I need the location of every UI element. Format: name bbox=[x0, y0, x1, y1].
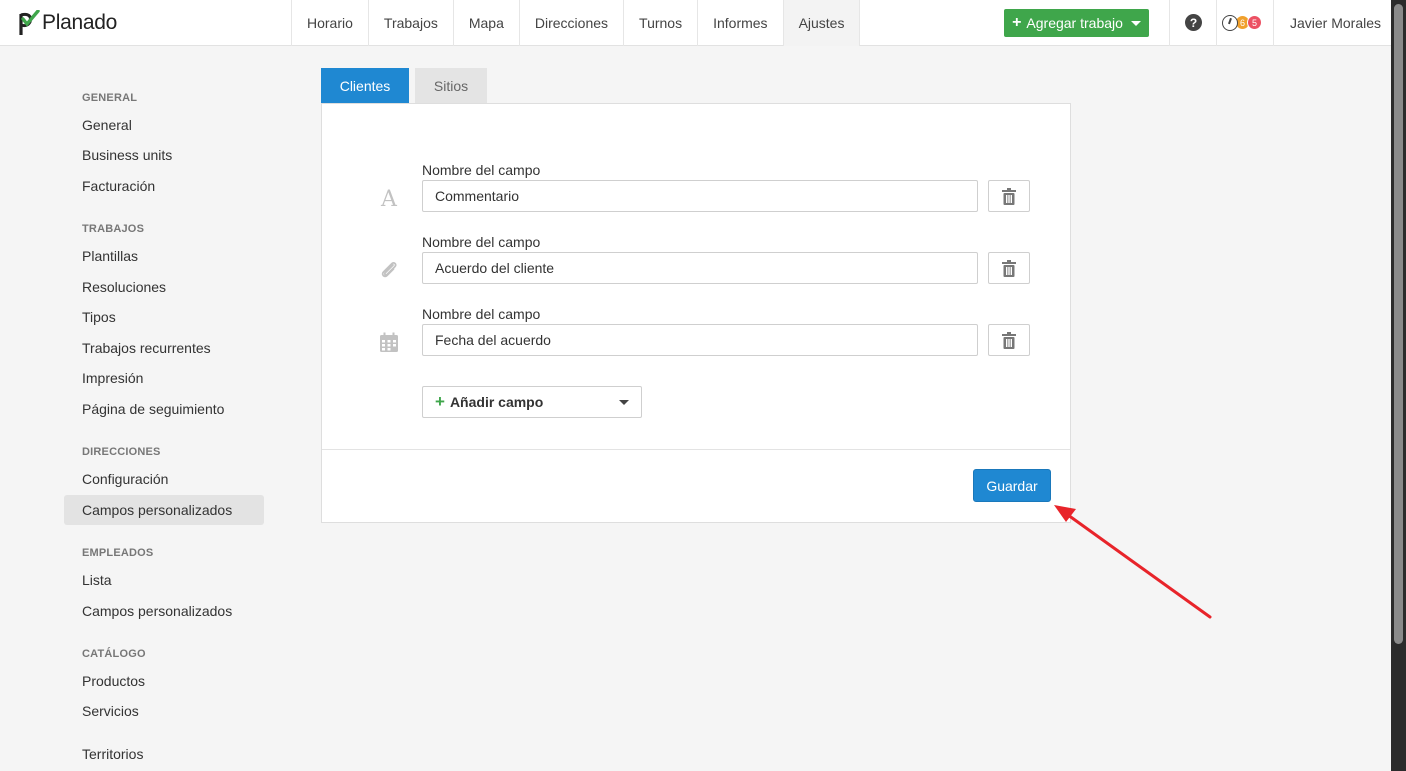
tab-clientes[interactable]: Clientes bbox=[321, 68, 409, 104]
field-name-input[interactable]: Fecha del acuerdo bbox=[422, 324, 978, 356]
nav-informes[interactable]: Informes bbox=[698, 0, 784, 46]
scrollbar[interactable] bbox=[1391, 0, 1406, 771]
sidebar-item-campos-personalizados-direcciones[interactable]: Campos personalizados bbox=[64, 495, 264, 525]
sidebar-item-facturacion[interactable]: Facturación bbox=[64, 171, 264, 201]
paperclip-icon bbox=[378, 259, 400, 281]
status-badge-red: 5 bbox=[1247, 15, 1262, 30]
divider bbox=[1273, 0, 1274, 46]
sidebar-item-plantillas[interactable]: Plantillas bbox=[64, 241, 264, 271]
delete-field-button[interactable] bbox=[988, 180, 1030, 212]
divider bbox=[1216, 0, 1217, 46]
nav-trabajos[interactable]: Trabajos bbox=[369, 0, 454, 46]
plus-icon: + bbox=[1012, 14, 1022, 31]
add-field-dropdown[interactable]: + Añadir campo bbox=[422, 386, 642, 418]
user-menu[interactable]: Javier Morales bbox=[1290, 15, 1381, 31]
nav-direcciones[interactable]: Direcciones bbox=[520, 0, 625, 46]
top-navbar: Planado Horario Trabajos Mapa Direccione… bbox=[0, 0, 1391, 46]
sidebar-item-impresion[interactable]: Impresión bbox=[64, 363, 264, 393]
status-indicators[interactable]: 6 5 bbox=[1222, 14, 1262, 31]
add-job-button[interactable]: + Agregar trabajo bbox=[1004, 9, 1149, 37]
field-name-input[interactable]: Acuerdo del cliente bbox=[422, 252, 978, 284]
caret-down-icon bbox=[1130, 20, 1141, 26]
delete-field-button[interactable] bbox=[988, 324, 1030, 356]
sidebar-item-general[interactable]: General bbox=[64, 110, 264, 140]
field-label: Nombre del campo bbox=[422, 306, 541, 322]
field-label: Nombre del campo bbox=[422, 162, 541, 178]
trash-icon bbox=[1002, 259, 1016, 277]
sidebar-item-tipos[interactable]: Tipos bbox=[64, 302, 264, 332]
text-icon: A bbox=[378, 187, 400, 209]
custom-fields-panel: Nombre del campo A Commentario Nombre de… bbox=[321, 103, 1071, 523]
sidebar-item-productos[interactable]: Productos bbox=[64, 666, 264, 696]
field-label: Nombre del campo bbox=[422, 234, 541, 250]
sidebar-item-lista[interactable]: Lista bbox=[64, 565, 264, 595]
sidebar-item-campos-personalizados-empleados[interactable]: Campos personalizados bbox=[64, 596, 264, 626]
add-field-label: Añadir campo bbox=[449, 394, 544, 410]
sidebar-heading-trabajos: TRABAJOS bbox=[82, 223, 145, 235]
trash-icon bbox=[1002, 331, 1016, 349]
sidebar-item-resoluciones[interactable]: Resoluciones bbox=[64, 272, 264, 302]
nav-ajustes[interactable]: Ajustes bbox=[783, 0, 861, 46]
nav-horario[interactable]: Horario bbox=[292, 0, 369, 46]
sidebar-item-pagina-seguimiento[interactable]: Página de seguimiento bbox=[64, 394, 264, 424]
sidebar-heading-direcciones: DIRECCIONES bbox=[82, 446, 161, 458]
nav-turnos[interactable]: Turnos bbox=[624, 0, 699, 46]
sidebar-item-business-units[interactable]: Business units bbox=[64, 140, 264, 170]
sidebar-item-servicios[interactable]: Servicios bbox=[64, 696, 264, 726]
tab-sitios[interactable]: Sitios bbox=[415, 68, 487, 104]
caret-down-icon bbox=[619, 400, 629, 405]
main-nav: Horario Trabajos Mapa Direcciones Turnos… bbox=[291, 0, 861, 46]
clock-icon bbox=[1222, 14, 1238, 31]
save-button[interactable]: Guardar bbox=[973, 469, 1051, 502]
sidebar-heading-empleados: EMPLEADOS bbox=[82, 547, 154, 559]
help-icon[interactable]: ? bbox=[1185, 14, 1202, 31]
divider bbox=[1169, 0, 1170, 46]
sidebar-item-territorios[interactable]: Territorios bbox=[64, 739, 264, 769]
scrollbar-thumb[interactable] bbox=[1394, 4, 1403, 644]
logo-check-icon bbox=[19, 10, 40, 35]
delete-field-button[interactable] bbox=[988, 252, 1030, 284]
sidebar-heading-catalogo: CATÁLOGO bbox=[82, 648, 146, 660]
field-name-input[interactable]: Commentario bbox=[422, 180, 978, 212]
nav-mapa[interactable]: Mapa bbox=[454, 0, 520, 46]
calendar-icon bbox=[378, 331, 400, 353]
add-job-label: Agregar trabajo bbox=[1026, 15, 1123, 31]
planado-logo[interactable]: Planado bbox=[18, 9, 117, 37]
trash-icon bbox=[1002, 187, 1016, 205]
sidebar-item-configuracion[interactable]: Configuración bbox=[64, 464, 264, 494]
svg-text:A: A bbox=[380, 187, 398, 209]
sidebar-heading-general: GENERAL bbox=[82, 92, 138, 104]
plus-icon: + bbox=[435, 392, 445, 411]
sidebar-item-trabajos-recurrentes[interactable]: Trabajos recurrentes bbox=[64, 333, 264, 363]
logo-text: Planado bbox=[42, 11, 117, 34]
panel-divider bbox=[322, 449, 1070, 450]
